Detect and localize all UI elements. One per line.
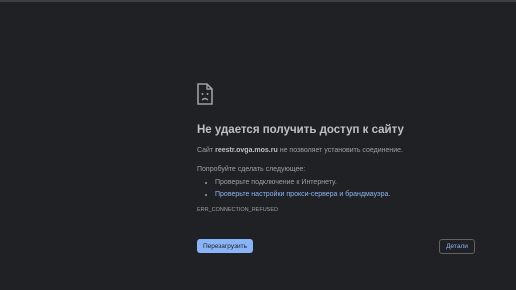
site-host: reestr.ovga.mos.ru bbox=[215, 147, 278, 154]
error-page: Не удается получить доступ к сайту Сайт … bbox=[0, 0, 516, 290]
top-border bbox=[0, 0, 516, 2]
suggestions-heading: Попробуйте сделать следующее: bbox=[197, 166, 306, 173]
summary-suffix: не позволяет установить соединение. bbox=[279, 147, 403, 154]
suggestions-list: Проверьте подключение к Интернету. Прове… bbox=[205, 177, 390, 200]
sad-document-icon bbox=[196, 83, 214, 105]
error-code: ERR_CONNECTION_REFUSED bbox=[197, 207, 278, 213]
suggestion-check-connection: Проверьте подключение к Интернету. bbox=[215, 177, 390, 189]
summary-prefix: Сайт bbox=[197, 147, 214, 154]
suggestion-check-proxy-link[interactable]: Проверьте настройки прокси-сервера и бра… bbox=[215, 189, 390, 201]
error-title: Не удается получить доступ к сайту bbox=[197, 124, 404, 136]
error-summary: Сайт reestr.ovga.mos.ru не позволяет уст… bbox=[197, 147, 403, 154]
details-button[interactable]: Детали bbox=[439, 239, 475, 254]
reload-button[interactable]: Перезагрузить bbox=[197, 239, 253, 253]
